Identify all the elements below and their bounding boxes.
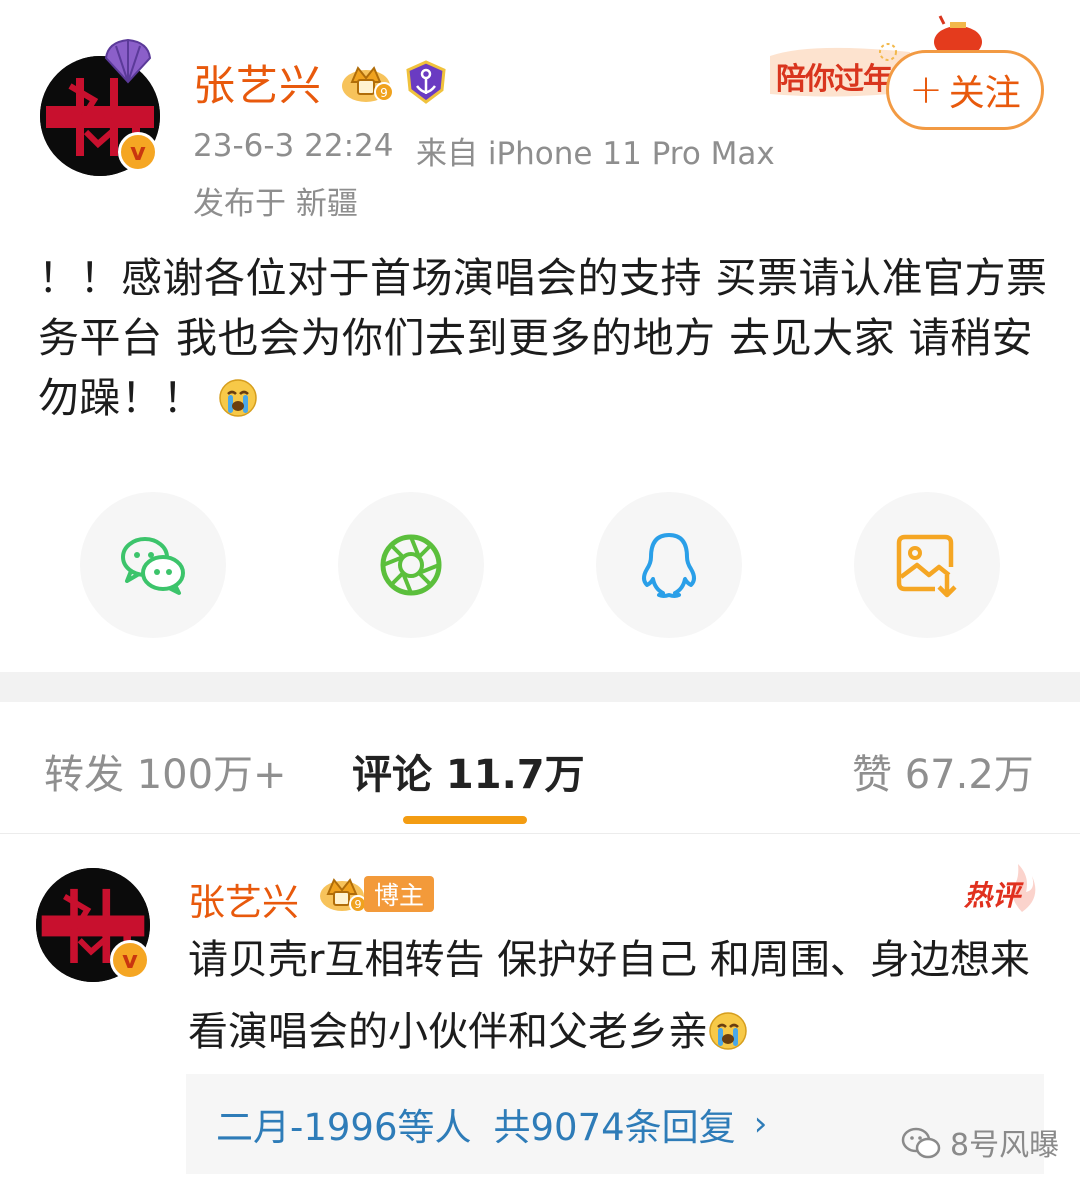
svg-text:9: 9: [355, 898, 362, 911]
comment-text: 请贝壳r互相转告 保护好自己 和周围、身边想来看演唱会的小伙伴和父老乡亲: [188, 924, 1048, 1068]
interaction-tabs: 转发 100万+ 评论 11.7万 赞 67.2万: [0, 702, 1080, 834]
hot-label: 热评: [964, 879, 1021, 912]
share-row: [0, 492, 1080, 642]
tab-comments[interactable]: 评论 11.7万: [352, 742, 585, 800]
plus-icon: +: [909, 67, 943, 113]
svg-text:9: 9: [380, 86, 388, 100]
save-image-icon: [896, 534, 957, 598]
hot-comment-badge: 热评: [962, 862, 1044, 914]
follow-label: 关注: [948, 73, 1021, 114]
share-qq-button[interactable]: [596, 492, 742, 638]
chevron-right-icon: ›: [753, 1104, 768, 1144]
crying-emoji-icon: [709, 1012, 747, 1050]
active-tab-indicator: [403, 816, 527, 824]
share-wechat-button[interactable]: [80, 492, 226, 638]
post-source: 来自 iPhone 11 Pro Max: [416, 136, 775, 172]
follow-button[interactable]: + 关注: [886, 50, 1044, 130]
tab-repost[interactable]: 转发 100万+: [44, 742, 287, 800]
share-moments-button[interactable]: [338, 492, 484, 638]
watermark: 8号风曝: [900, 1120, 1059, 1164]
post-location: 发布于 新疆: [193, 186, 358, 222]
reply-count: 共9074条回复: [493, 1106, 736, 1149]
reply-users: 二月-1996等人: [216, 1106, 472, 1149]
crown-level-icon: 9: [342, 66, 394, 102]
watermark-text: 8号风曝: [950, 1128, 1060, 1163]
owner-tag: 博主: [364, 876, 435, 912]
author-name[interactable]: 张艺兴: [193, 52, 322, 113]
post-time: 23-6-3 22:24: [193, 128, 394, 164]
tab-likes[interactable]: 赞 67.2万: [852, 742, 1034, 800]
qq-icon: [642, 533, 696, 598]
section-divider: [0, 672, 1080, 702]
verified-badge: v: [110, 940, 150, 980]
post-text-content: ！！感谢各位对于首场演唱会的支持 买票请认准官方票务平台 我也会为你们去到更多的…: [38, 254, 1048, 422]
post-header: v 张艺兴 9 23-6-3 22:24 来自 iPhone 11 Pro Ma…: [0, 0, 1080, 230]
verified-badge: v: [118, 132, 158, 172]
anchor-badge-icon: [406, 60, 446, 104]
shell-icon: [104, 38, 152, 84]
banner-text: 陪你过年: [776, 62, 893, 97]
crying-emoji-icon: [218, 379, 257, 417]
wechat-icon: [121, 537, 185, 595]
crown-level-icon: 9: [320, 878, 367, 913]
comment-avatar[interactable]: v: [36, 868, 150, 982]
moments-icon: [380, 534, 442, 596]
wechat-watermark-icon: [901, 1127, 941, 1159]
comment-text-content: 请贝壳r互相转告 保护好自己 和周围、身边想来看演唱会的小伙伴和父老乡亲: [188, 937, 1030, 1055]
post-text: ！！感谢各位对于首场演唱会的支持 买票请认准官方票务平台 我也会为你们去到更多的…: [38, 248, 1048, 428]
save-image-button[interactable]: [854, 492, 1000, 638]
comment-author[interactable]: 张艺兴: [188, 872, 299, 926]
